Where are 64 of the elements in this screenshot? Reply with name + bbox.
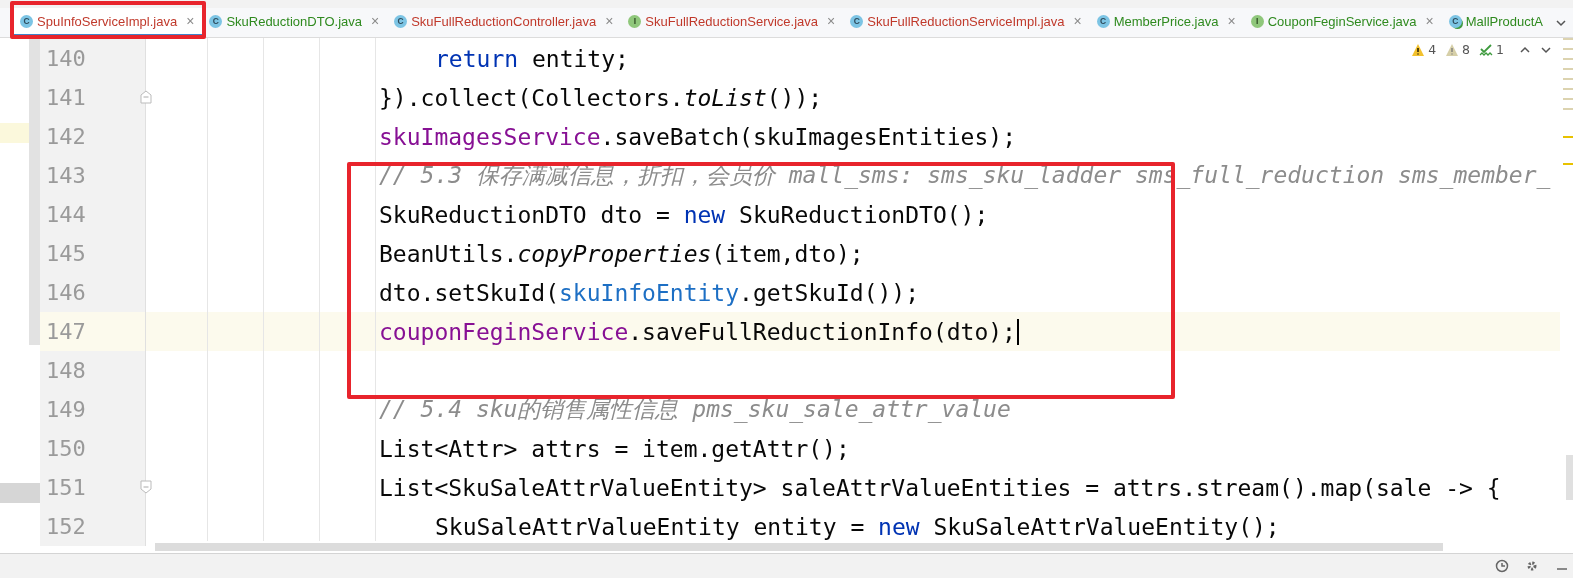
scrollbar-thumb[interactable] <box>155 543 1443 551</box>
code-line: BeanUtils.copyProperties(item,dto); <box>379 240 864 267</box>
code-line: skuImagesService.saveBatch(skuImagesEntities); <box>379 123 1016 150</box>
warning-icon[interactable] <box>1411 42 1426 57</box>
tab-label: SkuFullReductionService.java <box>645 13 819 29</box>
line-number: 149 <box>40 390 146 429</box>
code-line: SkuReductionDTO dto = new SkuReductionDTO(); <box>379 201 989 228</box>
line-number: 140 <box>40 39 146 78</box>
line-number: 144 <box>40 195 146 234</box>
tab-label: SkuFullReductionController.java <box>411 13 597 29</box>
code-line: }).collect(Collectors.toList()); <box>379 84 823 111</box>
tab-label: SpuInfoServiceImpl.java <box>37 13 178 29</box>
code-line: SkuSaleAttrValueEntity entity = new SkuSaleAttrValueEntity(); <box>435 513 1280 540</box>
file-icon: C <box>1448 14 1462 28</box>
file-icon: I <box>628 14 642 28</box>
tab-label: SkuReductionDTO.java <box>226 13 362 29</box>
problem-count: 1 <box>1496 42 1504 57</box>
fold-icon[interactable] <box>140 480 152 494</box>
problem-count: 4 <box>1428 42 1437 57</box>
file-icon: C <box>20 14 33 28</box>
typo-icon[interactable] <box>1479 42 1494 57</box>
editor-tab[interactable]: C MemberPrice.java × <box>1089 8 1244 37</box>
line-number: 148 <box>40 351 146 390</box>
line-number: 151 <box>40 468 146 507</box>
editor-tab[interactable]: C SkuFullReductionController.java × <box>387 8 622 37</box>
fold-icon[interactable] <box>140 90 152 104</box>
editor-tab[interactable]: I SkuFullReductionService.java × <box>621 8 844 37</box>
close-icon[interactable]: × <box>186 13 195 29</box>
clock-icon[interactable] <box>1495 559 1509 573</box>
line-number: 143 <box>40 156 146 195</box>
editor-tab[interactable]: C SpuInfoServiceImpl.java × <box>13 8 203 37</box>
code-line: return entity; <box>435 45 629 72</box>
file-icon: C <box>394 14 408 28</box>
tab-label: SkuFullReductionServiceImpl.java <box>867 13 1065 29</box>
scrollbar[interactable] <box>29 38 40 345</box>
line-number: 150 <box>40 429 146 468</box>
line-number: 146 <box>40 273 146 312</box>
close-icon[interactable]: × <box>1073 13 1082 29</box>
line-number: 142 <box>40 117 146 156</box>
line-number: 145 <box>40 234 146 273</box>
code-line: List<SkuSaleAttrValueEntity> saleAttrValueEntities = attrs.stream().map(sale -> { <box>379 474 1501 501</box>
close-icon[interactable]: × <box>1425 13 1434 29</box>
editor-tab[interactable]: C MallProductA <box>1441 8 1551 37</box>
tab-label: MemberPrice.java <box>1113 13 1219 29</box>
file-icon: I <box>1250 14 1264 28</box>
line-number: 141 <box>40 78 146 117</box>
file-icon: C <box>1096 14 1110 28</box>
editor-tab[interactable]: C SkuReductionDTO.java × <box>202 8 388 37</box>
code-line: dto.setSkuId(skuInfoEntity.getSkuId()); <box>379 279 920 306</box>
file-icon: C <box>850 14 864 28</box>
editor-tab[interactable]: I CouponFeginService.java × <box>1243 8 1442 37</box>
line-number: 152 <box>40 507 146 546</box>
code-line: couponFeginService.saveFullReductionInfo(dto); <box>379 318 1016 345</box>
code-line: // 5.4 sku的销售属性信息 pms_sku_sale_attr_value <box>379 395 1011 425</box>
tab-label: CouponFeginService.java <box>1267 13 1417 29</box>
close-icon[interactable]: × <box>371 13 380 29</box>
close-icon[interactable]: × <box>605 13 614 29</box>
code-line: List<Attr> attrs = item.getAttr(); <box>379 435 850 462</box>
file-icon: C <box>209 14 223 28</box>
tab-label: MallProductA <box>1465 13 1543 29</box>
close-icon[interactable]: × <box>1227 13 1236 29</box>
close-icon[interactable]: × <box>827 13 836 29</box>
editor-tab[interactable]: C SkuFullReductionServiceImpl.java × <box>843 8 1090 37</box>
problem-count: 8 <box>1462 42 1471 57</box>
